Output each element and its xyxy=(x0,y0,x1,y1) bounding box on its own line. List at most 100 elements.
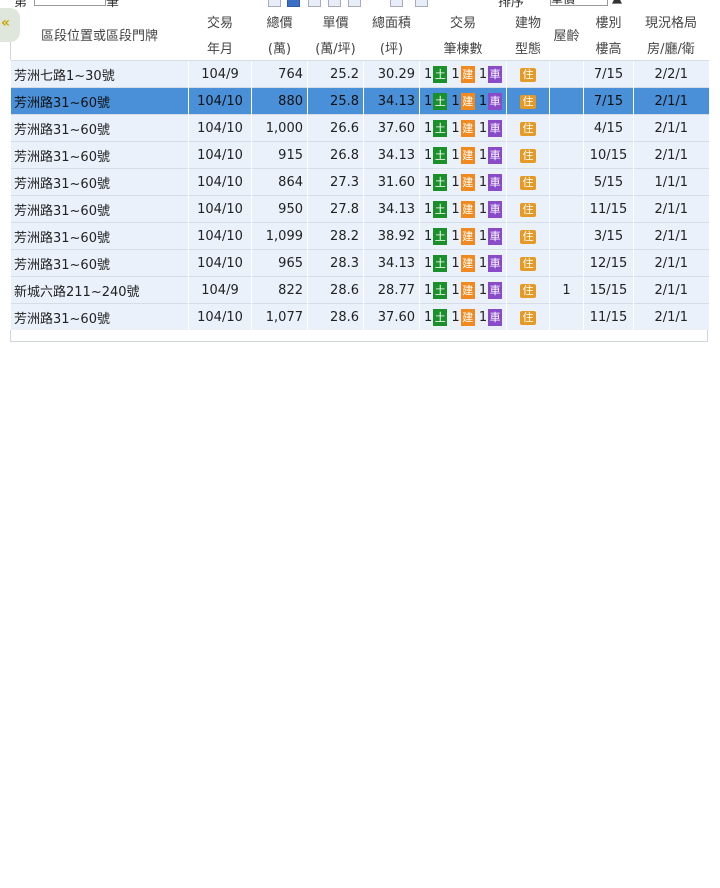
cell-layout: 1/1/1 xyxy=(633,168,709,196)
cell-counts: 1土 1建 1車 xyxy=(419,303,507,330)
residential-badge: 住 xyxy=(520,256,536,271)
cell-floor: 11/15 xyxy=(583,195,634,223)
parking-count: 1 xyxy=(478,228,488,244)
cell-counts: 1土 1建 1車 xyxy=(419,87,507,115)
cell-date: 104/10 xyxy=(188,222,252,250)
cell-floor: 10/15 xyxy=(583,141,634,169)
cell-date: 104/10 xyxy=(188,249,252,277)
cell-address[interactable]: 芳洲路31~60號 xyxy=(10,249,189,277)
parking-badge: 車 xyxy=(488,227,503,245)
building-count: 1 xyxy=(451,228,460,244)
table-row[interactable]: 芳洲路31~60號 104/10 1,099 28.2 38.92 1 土 1建 1 車住 3/… xyxy=(10,222,709,250)
cell-total-price: 915 xyxy=(251,141,308,169)
cell-unit-price: 25.2 xyxy=(307,60,364,88)
table-row[interactable]: 芳洲路31~60號 104/10 1,077 28.6 37.60 1 土 1建 1 車住 11… xyxy=(10,303,709,330)
cell-area: 37.60 xyxy=(363,114,420,142)
header-count-1: 交易 xyxy=(419,8,507,34)
cell-age xyxy=(549,168,584,196)
next-page-button[interactable] xyxy=(390,0,403,7)
header-address[interactable]: 區段位置或區段門牌 xyxy=(10,8,189,61)
parking-count: 1 xyxy=(478,201,488,217)
cell-address[interactable]: 芳洲路31~60號 xyxy=(10,114,189,142)
table-row[interactable]: 芳洲路31~60號 104/10 950 27.8 34.13 1 土 1建 1 車住 11/1… xyxy=(10,195,709,223)
page-button-2[interactable] xyxy=(287,0,300,7)
cell-building-type: 住 xyxy=(506,114,550,142)
table-row[interactable]: 芳洲路31~60號 104/10 915 26.8 34.13 1 土 1建 1 車住 10/1… xyxy=(10,141,709,169)
land-count: 1 xyxy=(424,228,433,244)
cell-address[interactable]: 芳洲路31~60號 xyxy=(10,222,189,250)
record-number-input[interactable] xyxy=(34,0,106,6)
page-button-5[interactable] xyxy=(348,0,361,7)
cell-address[interactable]: 芳洲路31~60號 xyxy=(10,141,189,169)
cell-building-type: 住 xyxy=(506,276,550,304)
cell-counts: 1土 1建 1車 xyxy=(419,168,507,196)
building-badge: 建 xyxy=(460,254,475,272)
land-count: 1 xyxy=(424,282,433,298)
cell-date: 104/10 xyxy=(188,141,252,169)
building-badge: 建 xyxy=(460,200,475,218)
cell-layout: 2/1/1 xyxy=(633,222,709,250)
cell-area: 34.13 xyxy=(363,141,420,169)
land-count: 1 xyxy=(424,255,433,271)
cell-address[interactable]: 芳洲路31~60號 xyxy=(10,303,189,330)
table-row[interactable]: 芳洲路31~60號 104/10 965 28.3 34.13 1 土 1建 1 車住 12/1… xyxy=(10,249,709,277)
land-count: 1 xyxy=(424,201,433,217)
cell-layout: 2/1/1 xyxy=(633,249,709,277)
sort-select[interactable]: 單價 xyxy=(550,0,608,6)
cell-date: 104/10 xyxy=(188,87,252,115)
table-row[interactable]: 芳洲路31~60號 104/10 1,000 26.6 37.60 1 土 1建 1 車住 4/… xyxy=(10,114,709,142)
page-button-4[interactable] xyxy=(328,0,341,7)
table-row[interactable]: 芳洲七路1~30號 104/9 764 25.2 30.29 1 土 1建 1 車住 7/15 2… xyxy=(10,60,709,88)
land-count: 1 xyxy=(424,93,433,109)
header-age[interactable]: 屋齡 xyxy=(549,8,584,61)
cell-unit-price: 28.6 xyxy=(307,303,364,330)
cell-total-price: 764 xyxy=(251,60,308,88)
cell-age: 1 xyxy=(549,276,584,304)
cell-layout: 2/1/1 xyxy=(633,114,709,142)
building-badge: 建 xyxy=(460,119,475,137)
land-badge: 土 xyxy=(433,65,448,83)
cell-address[interactable]: 芳洲路31~60號 xyxy=(10,195,189,223)
building-badge: 建 xyxy=(460,92,475,110)
cell-address[interactable]: 芳洲路31~60號 xyxy=(10,168,189,196)
header-type-1: 建物 xyxy=(506,8,550,34)
cell-counts: 1土 1建 1車 xyxy=(419,276,507,304)
parking-badge: 車 xyxy=(488,308,503,326)
cell-layout: 2/1/1 xyxy=(633,195,709,223)
pagination-strip: 第 筆 排序 單價 ▲ xyxy=(0,0,720,8)
cell-address[interactable]: 新城六路211~240號 xyxy=(10,276,189,304)
page-button-3[interactable] xyxy=(308,0,321,7)
building-count: 1 xyxy=(451,174,460,190)
table-row[interactable]: 芳洲路31~60號 104/10 864 27.3 31.60 1 土 1建 1 車住 5/15… xyxy=(10,168,709,196)
parking-count: 1 xyxy=(478,255,488,271)
parking-badge: 車 xyxy=(488,254,503,272)
header-date-1[interactable]: 交易 xyxy=(188,8,252,34)
cell-total-price: 1,077 xyxy=(251,303,308,330)
building-badge: 建 xyxy=(460,173,475,191)
cell-address[interactable]: 芳洲七路1~30號 xyxy=(10,60,189,88)
header-layout-1: 現況格局 xyxy=(633,8,709,34)
parking-badge: 車 xyxy=(488,65,503,83)
cell-unit-price: 28.6 xyxy=(307,276,364,304)
header-date-2: 年月 xyxy=(188,34,252,61)
cell-building-type: 住 xyxy=(506,168,550,196)
header-total-1[interactable]: 總價 xyxy=(251,8,308,34)
page-button-1[interactable] xyxy=(268,0,281,7)
cell-counts: 1土 1建 1車 xyxy=(419,141,507,169)
sort-direction-icon[interactable]: ▲ xyxy=(612,0,622,6)
cell-address[interactable]: 芳洲路31~60號 xyxy=(10,87,189,115)
table-row[interactable]: 新城六路211~240號 104/9 822 28.6 28.77 1 土 1建 1車住11… xyxy=(10,276,709,304)
last-page-button[interactable] xyxy=(415,0,428,7)
parking-count: 1 xyxy=(478,282,488,298)
cell-total-price: 1,099 xyxy=(251,222,308,250)
building-badge: 建 xyxy=(460,281,475,299)
collapse-panel-button[interactable]: « xyxy=(0,8,20,42)
cell-counts: 1土 1建 1車 xyxy=(419,60,507,88)
parking-badge: 車 xyxy=(488,281,503,299)
header-area-2: (坪) xyxy=(363,34,420,61)
cell-date: 104/10 xyxy=(188,114,252,142)
table-row[interactable]: 芳洲路31~60號 104/10 880 25.8 34.13 1 土 1建 1 車住 7/15… xyxy=(10,87,709,115)
header-unit-1[interactable]: 單價 xyxy=(307,8,364,34)
residential-badge: 住 xyxy=(520,310,536,325)
header-area-1[interactable]: 總面積 xyxy=(363,8,420,34)
